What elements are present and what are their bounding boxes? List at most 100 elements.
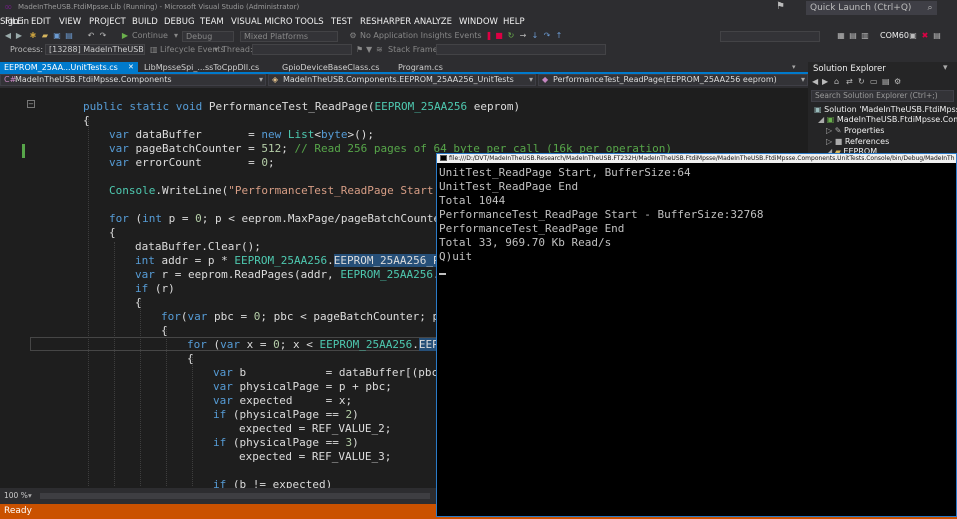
tab-overflow-icon[interactable]: ▾ bbox=[792, 62, 796, 73]
horizontal-scrollbar[interactable] bbox=[40, 493, 430, 499]
tree-node-properties[interactable]: ▷ ✎ Properties bbox=[826, 126, 884, 136]
tab-program[interactable]: Program.cs bbox=[394, 62, 454, 73]
continue-label[interactable]: Continue bbox=[132, 30, 168, 42]
menu-resharper[interactable]: RESHARPER bbox=[360, 16, 411, 28]
collapse-outline-icon[interactable]: − bbox=[27, 100, 35, 108]
find-combo[interactable] bbox=[720, 31, 820, 42]
quick-launch-input[interactable]: Quick Launch (Ctrl+Q) bbox=[806, 1, 924, 15]
restart-icon[interactable]: ↻ bbox=[506, 31, 516, 41]
com-port-select[interactable]: COM60 bbox=[880, 30, 909, 42]
console-line: Total 33, 969.70 Kb Read/s bbox=[439, 236, 612, 249]
menu-file[interactable]: FILE bbox=[5, 16, 23, 28]
class-dropdown[interactable]: ◈ MadeInTheUSB.Components.EEPROM_25AA256… bbox=[268, 74, 536, 86]
forward-icon[interactable]: ▶ bbox=[14, 31, 24, 41]
menu-test[interactable]: TEST bbox=[331, 16, 352, 28]
show-next-statement-icon[interactable]: → bbox=[518, 31, 528, 41]
stack-frame-select[interactable] bbox=[436, 44, 606, 55]
application-insights-label[interactable]: No Application Insights Events bbox=[360, 30, 482, 42]
step-into-icon[interactable]: ↓ bbox=[530, 31, 540, 41]
member-dropdown[interactable]: ◆ PerformanceTest_ReadPage(EEPROM_25AA25… bbox=[538, 74, 808, 86]
tree-node-references[interactable]: ▷ ■ References bbox=[826, 137, 889, 147]
menu-debug[interactable]: DEBUG bbox=[164, 16, 195, 28]
menu-view[interactable]: VIEW bbox=[59, 16, 81, 28]
chevron-down-icon[interactable]: ◢ bbox=[818, 115, 824, 124]
menu-visual-micro[interactable]: VISUAL MICRO bbox=[231, 16, 293, 28]
platform-select[interactable]: Mixed Platforms bbox=[240, 31, 338, 42]
window-title: MadeInTheUSB.FtdiMpsse.Lib (Running) - M… bbox=[18, 3, 300, 11]
flag-threads-icon[interactable]: ⚑ bbox=[356, 44, 363, 55]
chevron-right-icon[interactable]: ▷ bbox=[826, 137, 832, 146]
console-cursor bbox=[439, 273, 446, 275]
project-dropdown[interactable]: C# MadeInTheUSB.FtdiMpsse.Components ▾ bbox=[0, 74, 266, 86]
document-tabs: EEPROM_25AA...UnitTests.cs ✕ LibMpsseSpi… bbox=[0, 62, 808, 74]
chevron-right-icon[interactable]: ▷ bbox=[826, 126, 832, 135]
chevron-down-icon[interactable]: ▾ bbox=[28, 490, 32, 501]
dropdown-arrow-icon[interactable]: ▾ bbox=[174, 30, 178, 42]
application-insights-icon: ⚙ bbox=[349, 31, 357, 40]
code-line-24: expected = REF_VALUE_3; bbox=[239, 450, 392, 463]
menu-analyze[interactable]: ANALYZE bbox=[414, 16, 452, 28]
properties-icon[interactable]: ⚙ bbox=[894, 77, 901, 86]
back-icon[interactable]: ◀ bbox=[3, 31, 13, 41]
zoom-level-select[interactable]: 100 % bbox=[4, 490, 28, 501]
tree-node-solution[interactable]: ▣ Solution 'MadeInTheUSB.FtdiMpsse.Lib' bbox=[814, 105, 957, 115]
refresh-icon[interactable]: ↻ bbox=[858, 77, 865, 86]
console-title-bar[interactable]: file:///D:/DVT/MadeInTheUSB.Research/Mad… bbox=[437, 154, 956, 163]
tab-eeprom-unittests[interactable]: EEPROM_25AA...UnitTests.cs bbox=[0, 62, 138, 73]
panel-pin-icon[interactable]: ▾ bbox=[943, 63, 948, 73]
forward-icon[interactable]: ▶ bbox=[822, 77, 828, 86]
filter-icon[interactable]: ▼ bbox=[366, 44, 372, 55]
undo-icon[interactable]: ↶ bbox=[86, 31, 96, 41]
close-tab-icon[interactable]: ✕ bbox=[128, 62, 134, 73]
continue-icon[interactable]: ▶ bbox=[120, 31, 130, 41]
toolbox-icon[interactable]: ▥ bbox=[860, 31, 870, 41]
build-icon[interactable]: ▤ bbox=[932, 31, 942, 41]
solution-explorer-toolbar-icon[interactable]: ▦ bbox=[836, 31, 846, 41]
search-icon[interactable]: ⌕ bbox=[923, 1, 937, 15]
break-all-icon[interactable]: ❚ bbox=[484, 31, 494, 41]
home-icon[interactable]: ⌂ bbox=[834, 77, 839, 86]
solution-search-input[interactable]: Search Solution Explorer (Ctrl+;) bbox=[811, 90, 954, 102]
console-window[interactable]: file:///D:/DVT/MadeInTheUSB.Research/Mad… bbox=[436, 153, 957, 517]
save-icon[interactable]: ▣ bbox=[52, 31, 62, 41]
menu-tools[interactable]: TOOLS bbox=[295, 16, 324, 28]
menu-help[interactable]: HELP bbox=[503, 16, 525, 28]
class-dropdown-label: MadeInTheUSB.Components.EEPROM_25AA256_U… bbox=[283, 75, 514, 84]
tree-node-project[interactable]: ◢ ▣ MadeInTheUSB.FtdiMpsse.Compo bbox=[818, 115, 957, 125]
collapse-all-icon[interactable]: ▭ bbox=[870, 77, 878, 86]
stack-frame-label: Stack Frame: bbox=[388, 45, 441, 54]
menu-window[interactable]: WINDOW bbox=[459, 16, 498, 28]
show-all-files-icon[interactable]: ▤ bbox=[882, 77, 890, 86]
editor-zoom-bar: 100 % ▾ bbox=[0, 490, 436, 502]
open-folder-icon[interactable]: ▰ bbox=[40, 31, 50, 41]
threads-icon[interactable]: ≋ bbox=[376, 44, 383, 55]
code-line-21: if (physicalPage == 2) bbox=[213, 408, 359, 421]
upload-icon[interactable]: ✖ bbox=[920, 31, 930, 41]
back-icon[interactable]: ◀ bbox=[812, 77, 818, 86]
new-project-icon[interactable]: ✱ bbox=[28, 31, 38, 41]
class-icon: ◈ bbox=[272, 75, 279, 84]
tab-gpiodevicebaseclass[interactable]: GpioDeviceBaseClass.cs bbox=[278, 62, 388, 73]
process-select[interactable]: [13288] MadeInTheUSB.F bbox=[45, 44, 145, 55]
properties-toolbar-icon[interactable]: ▤ bbox=[848, 31, 858, 41]
sync-icon[interactable]: ⇄ bbox=[846, 77, 853, 86]
menu-project[interactable]: PROJECT bbox=[89, 16, 126, 28]
configuration-select[interactable]: Debug bbox=[182, 31, 234, 42]
indent-guide bbox=[114, 242, 115, 486]
menu-team[interactable]: TEAM bbox=[200, 16, 224, 28]
save-all-icon[interactable]: ▤ bbox=[64, 31, 74, 41]
menu-build[interactable]: BUILD bbox=[132, 16, 158, 28]
redo-icon[interactable]: ↷ bbox=[98, 31, 108, 41]
console-line: PerformanceTest_ReadPage Start - BufferS… bbox=[439, 208, 764, 221]
code-line-12: if (r) bbox=[135, 282, 175, 295]
thread-select[interactable] bbox=[252, 44, 352, 55]
step-out-icon[interactable]: ↑ bbox=[554, 31, 564, 41]
tab-libmpssespi[interactable]: LibMpsseSpi_...ssToCppDll.cs bbox=[140, 62, 262, 73]
menu-edit[interactable]: EDIT bbox=[31, 16, 51, 28]
step-over-icon[interactable]: ↷ bbox=[542, 31, 552, 41]
console-title: file:///D:/DVT/MadeInTheUSB.Research/Mad… bbox=[449, 155, 955, 162]
chevron-down-icon: ▾ bbox=[258, 75, 263, 84]
serial-monitor-icon[interactable]: ▣ bbox=[908, 31, 918, 41]
stop-debugging-icon[interactable]: ■ bbox=[494, 31, 504, 41]
feedback-flag-icon[interactable]: ⚑ bbox=[776, 1, 785, 12]
